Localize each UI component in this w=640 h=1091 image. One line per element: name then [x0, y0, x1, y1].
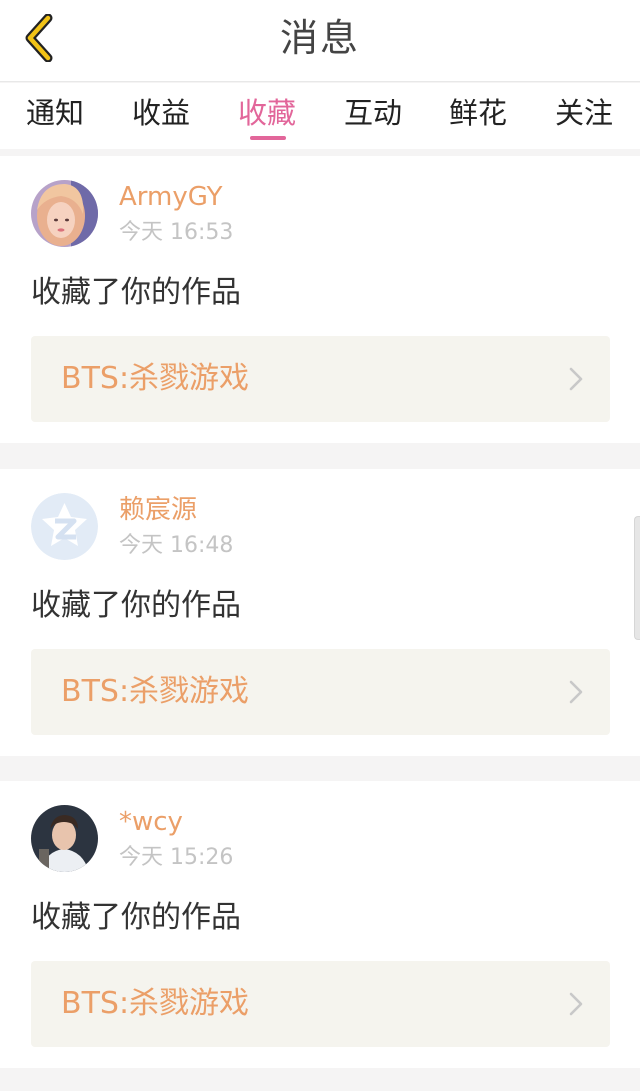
avatar[interactable] — [31, 805, 98, 872]
avatar[interactable] — [31, 180, 98, 247]
avatar[interactable] — [31, 493, 98, 560]
active-tab-indicator — [250, 136, 286, 140]
work-link[interactable]: BTS:杀戮游戏 — [31, 336, 610, 422]
work-link[interactable]: BTS:杀戮游戏 — [31, 649, 610, 735]
tab-notifications[interactable]: 通知 — [10, 95, 100, 131]
message-text: 收藏了你的作品 — [31, 900, 241, 935]
message-card: ArmyGY 今天 16:53 收藏了你的作品 BTS:杀戮游戏 — [0, 156, 640, 443]
work-title: BTS:杀戮游戏 — [61, 986, 250, 1021]
tab-bar: 通知 收益 收藏 互动 鲜花 关注 — [0, 83, 640, 149]
tab-interactions[interactable]: 互动 — [328, 95, 418, 131]
tab-following[interactable]: 关注 — [539, 95, 629, 131]
chevron-right-icon — [569, 992, 583, 1016]
username[interactable]: 赖宸源 — [119, 493, 197, 527]
top-bar: 消息 — [0, 0, 640, 82]
default-avatar-image — [31, 493, 98, 560]
timestamp: 今天 16:53 — [119, 220, 234, 245]
username[interactable]: ArmyGY — [119, 180, 222, 214]
user-avatar-image — [31, 180, 98, 247]
message-text: 收藏了你的作品 — [31, 588, 241, 623]
work-title: BTS:杀戮游戏 — [61, 674, 250, 709]
user-avatar-image — [31, 805, 98, 872]
message-card: 赖宸源 今天 16:48 收藏了你的作品 BTS:杀戮游戏 — [0, 469, 640, 756]
tab-earnings[interactable]: 收益 — [116, 95, 206, 131]
tab-favorites[interactable]: 收藏 — [222, 95, 312, 131]
work-link[interactable]: BTS:杀戮游戏 — [31, 961, 610, 1047]
timestamp: 今天 16:48 — [119, 533, 234, 558]
work-title: BTS:杀戮游戏 — [61, 361, 250, 396]
chevron-right-icon — [569, 367, 583, 391]
scroll-handle[interactable] — [634, 516, 640, 640]
timestamp: 今天 15:26 — [119, 845, 234, 870]
tab-flowers[interactable]: 鲜花 — [433, 95, 523, 131]
message-text: 收藏了你的作品 — [31, 275, 241, 310]
message-card: *wcy 今天 15:26 收藏了你的作品 BTS:杀戮游戏 — [0, 781, 640, 1068]
chevron-right-icon — [569, 680, 583, 704]
page-title: 消息 — [279, 16, 360, 60]
username[interactable]: *wcy — [119, 805, 183, 839]
